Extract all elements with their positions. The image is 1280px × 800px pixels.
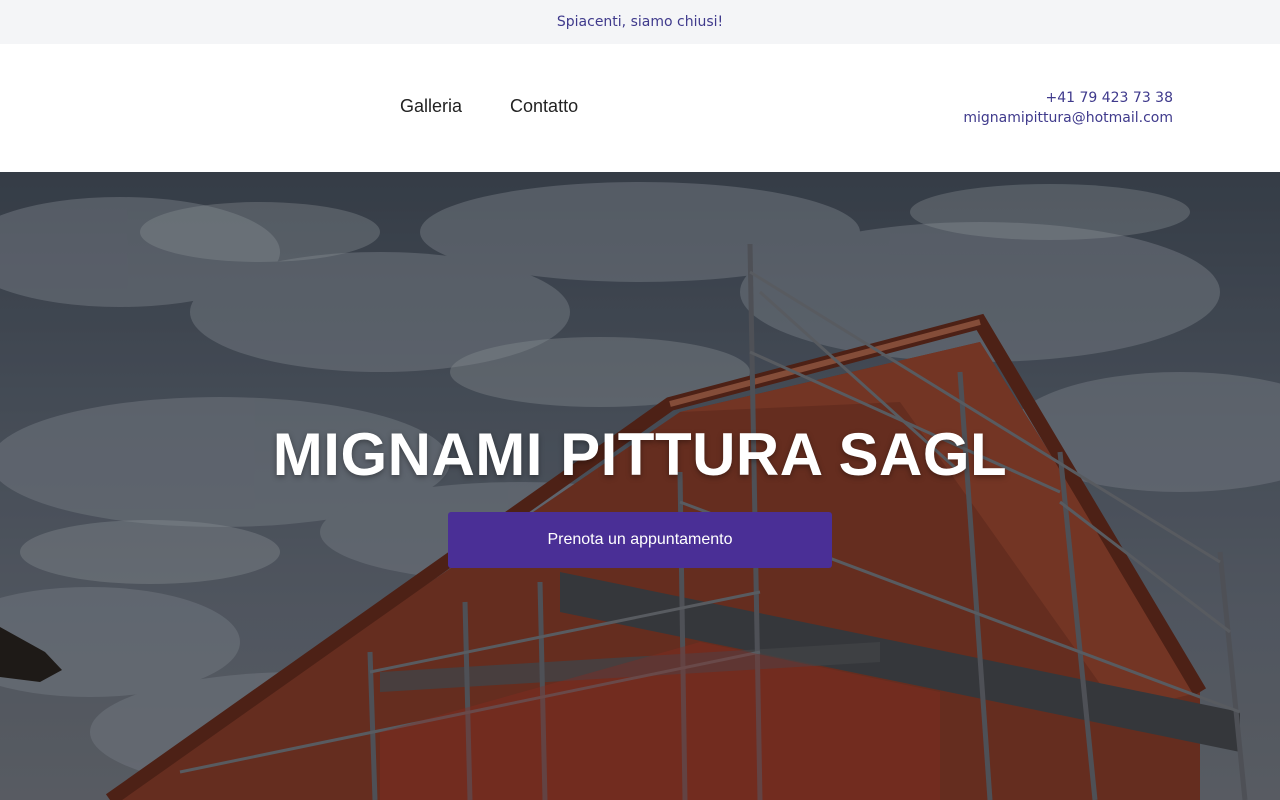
contact-info: +41 79 423 73 38 mignamipittura@hotmail.…: [963, 89, 1173, 127]
closed-notice: Spiacenti, siamo chiusi!: [556, 14, 724, 30]
phone-link[interactable]: +41 79 423 73 38: [963, 89, 1173, 107]
nav-item-galleria[interactable]: Galleria: [400, 96, 462, 117]
book-appointment-button[interactable]: Prenota un appuntamento: [448, 512, 832, 568]
site-header: Galleria Contatto +41 79 423 73 38 migna…: [0, 44, 1280, 172]
notice-bar: Spiacenti, siamo chiusi!: [0, 0, 1280, 44]
hero-section: MIGNAMI PITTURA SAGL Prenota un appuntam…: [0, 172, 1280, 800]
email-link[interactable]: mignamipittura@hotmail.com: [963, 109, 1173, 127]
main-nav: Galleria Contatto: [400, 96, 578, 117]
hero-title: MIGNAMI PITTURA SAGL: [272, 421, 1008, 488]
nav-item-contatto[interactable]: Contatto: [510, 96, 578, 117]
